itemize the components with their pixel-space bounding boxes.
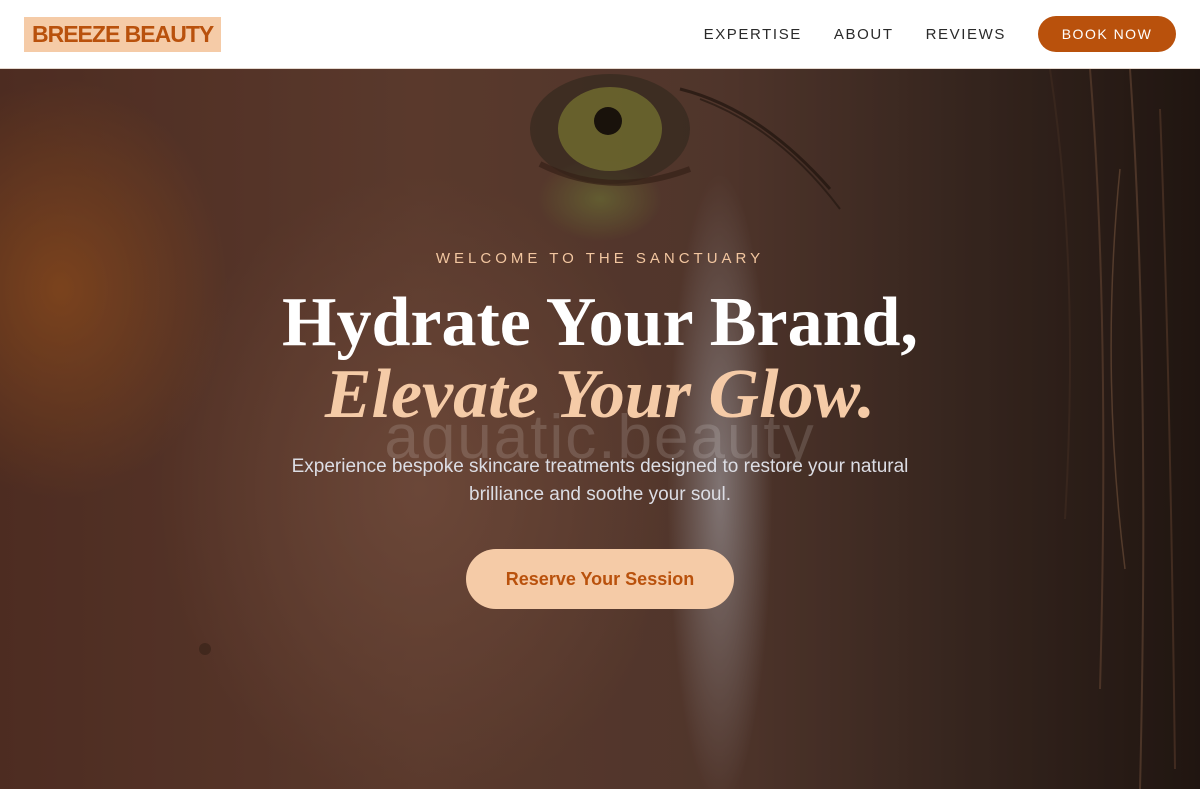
hero-title-accent: Elevate Your Glow. bbox=[324, 356, 876, 433]
brand-logo[interactable]: BREEZE BEAUTY bbox=[24, 16, 222, 52]
hero-section: WELCOME TO THE SANCTUARY aquatic.beauty … bbox=[0, 69, 1200, 789]
book-now-button[interactable]: BOOK NOW bbox=[1038, 16, 1176, 52]
hero-title: Hydrate Your Brand, bbox=[282, 284, 918, 361]
reserve-session-button[interactable]: Reserve Your Session bbox=[466, 549, 734, 609]
hero-eyebrow: WELCOME TO THE SANCTUARY bbox=[435, 250, 765, 267]
hero-subtitle: Experience bespoke skincare treatments d… bbox=[291, 456, 909, 505]
nav-link-reviews[interactable]: REVIEWS bbox=[926, 26, 1006, 43]
main-nav: EXPERTISE ABOUT REVIEWS BOOK NOW bbox=[704, 16, 1176, 52]
nav-link-expertise[interactable]: EXPERTISE bbox=[704, 26, 802, 43]
site-header: BREEZE BEAUTY EXPERTISE ABOUT REVIEWS BO… bbox=[0, 0, 1200, 69]
nav-link-about[interactable]: ABOUT bbox=[834, 26, 894, 43]
